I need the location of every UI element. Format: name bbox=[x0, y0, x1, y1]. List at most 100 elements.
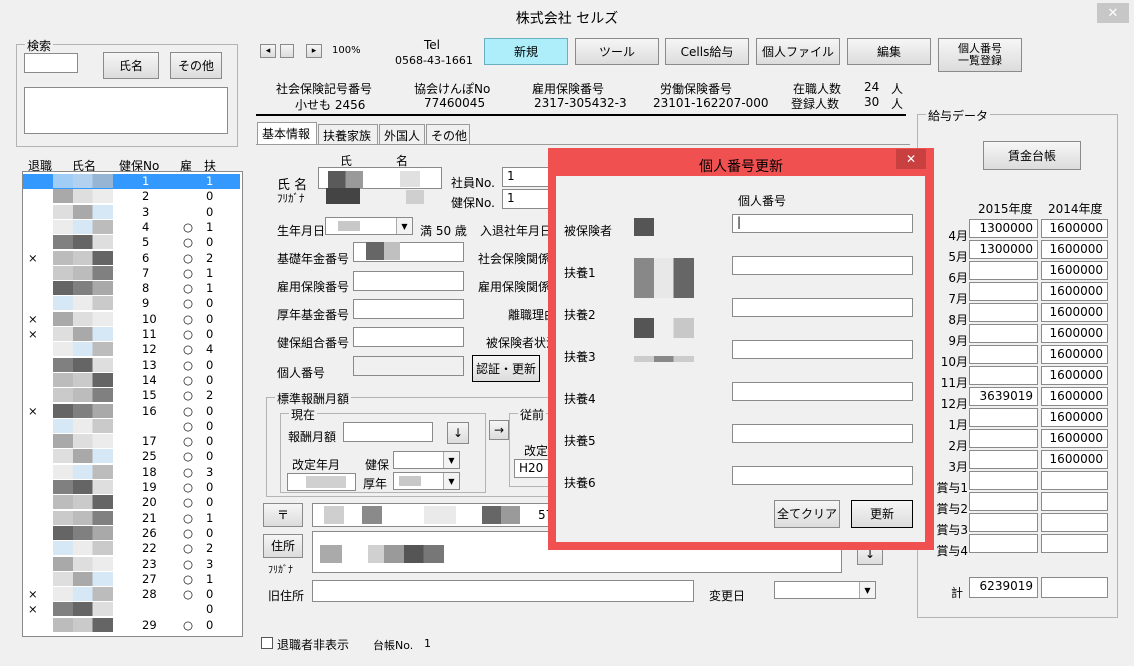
salary-2015-cell[interactable] bbox=[969, 429, 1038, 448]
employee-row[interactable]: 5 ○ 0 bbox=[23, 235, 240, 250]
salary-2014-cell[interactable]: 1600000 bbox=[1041, 366, 1108, 385]
dialog-fuyo5-field[interactable] bbox=[732, 424, 913, 443]
birth-dropdown[interactable]: ▼ bbox=[325, 217, 413, 235]
search-name-button[interactable]: 氏名 bbox=[103, 52, 159, 79]
personal-file-button[interactable]: 個人ファイル bbox=[756, 38, 840, 65]
dialog-close-button[interactable]: ✕ bbox=[896, 149, 926, 169]
window-close-button[interactable]: ✕ bbox=[1097, 3, 1129, 23]
cells-salary-button[interactable]: Cells給与 bbox=[665, 38, 749, 65]
employee-row[interactable]: 22 ○ 2 bbox=[23, 541, 240, 556]
salary-2015-cell[interactable]: 1300000 bbox=[969, 240, 1038, 259]
nav-prev-button[interactable]: ◂ bbox=[260, 44, 276, 58]
salary-2015-cell[interactable] bbox=[969, 450, 1038, 469]
salary-2014-cell[interactable] bbox=[1041, 492, 1108, 511]
dialog-fuyo4-field[interactable] bbox=[732, 382, 913, 401]
salary-2015-cell[interactable] bbox=[969, 324, 1038, 343]
address-button[interactable]: 住所 bbox=[263, 534, 303, 558]
dialog-clear-button[interactable]: 全てクリア bbox=[774, 500, 840, 528]
employee-row[interactable]: 8 ○ 1 bbox=[23, 281, 240, 296]
salary-2015-cell[interactable] bbox=[969, 492, 1038, 511]
salary-2014-cell[interactable]: 1600000 bbox=[1041, 261, 1108, 280]
salary-2014-cell[interactable] bbox=[1041, 534, 1108, 553]
henko-bi-dropdown[interactable]: ▼ bbox=[774, 581, 876, 599]
employee-row[interactable]: 4 ○ 1 bbox=[23, 219, 240, 235]
salary-2015-cell[interactable] bbox=[969, 408, 1038, 427]
dialog-hihokensha-field[interactable]: | bbox=[732, 214, 913, 233]
edit-button[interactable]: 編集 bbox=[847, 38, 931, 65]
old-address-field[interactable] bbox=[312, 580, 694, 602]
salary-2015-cell[interactable]: 3639019 bbox=[969, 387, 1038, 406]
employee-row[interactable]: 11 bbox=[23, 174, 240, 189]
salary-2015-cell[interactable] bbox=[969, 345, 1038, 364]
tab-dependents[interactable]: 扶養家族 bbox=[318, 124, 378, 144]
dialog-fuyo6-field[interactable] bbox=[732, 466, 913, 485]
new-button[interactable]: 新規 bbox=[484, 38, 568, 65]
dialog-update-button[interactable]: 更新 bbox=[851, 500, 913, 528]
salary-2014-cell[interactable]: 1600000 bbox=[1041, 450, 1108, 469]
salary-2015-cell[interactable] bbox=[969, 366, 1038, 385]
dialog-fuyo3-field[interactable] bbox=[732, 340, 913, 359]
employee-row[interactable]: 17 ○ 0 bbox=[23, 434, 240, 449]
tab-foreigner[interactable]: 外国人 bbox=[379, 124, 425, 144]
salary-2015-cell[interactable] bbox=[969, 534, 1038, 553]
koyo-hoken-field[interactable] bbox=[353, 271, 464, 291]
salary-2014-cell[interactable]: 1600000 bbox=[1041, 429, 1108, 448]
tab-other[interactable]: その他 bbox=[426, 124, 470, 144]
kojin-field[interactable] bbox=[353, 356, 464, 376]
salary-2015-cell[interactable] bbox=[969, 513, 1038, 532]
employee-row[interactable]: 25 ○ 0 bbox=[23, 449, 240, 464]
search-other-button[interactable]: その他 bbox=[170, 52, 222, 79]
employee-row[interactable]: × 6 ○ 2 bbox=[23, 250, 240, 266]
konen-dropdown[interactable]: ▼ bbox=[393, 472, 460, 490]
employee-row[interactable]: 15 ○ 2 bbox=[23, 388, 240, 403]
salary-2015-cell[interactable] bbox=[969, 282, 1038, 301]
nav-next-button[interactable]: ▸ bbox=[306, 44, 322, 58]
mynumber-list-button[interactable]: 個人番号 一覧登録 bbox=[938, 38, 1022, 72]
zip-button[interactable]: 〒 bbox=[263, 503, 303, 527]
wage-ledger-button[interactable]: 賃金台帳 bbox=[983, 141, 1081, 170]
nav-mid-button[interactable] bbox=[280, 44, 294, 58]
kaitei-field[interactable] bbox=[287, 473, 356, 491]
hoshu-field[interactable] bbox=[343, 422, 433, 442]
employee-row[interactable]: 14 ○ 0 bbox=[23, 372, 240, 388]
salary-2014-cell[interactable]: 1600000 bbox=[1041, 282, 1108, 301]
kenpo-no-field[interactable]: 1 bbox=[502, 189, 554, 209]
kenpo-dropdown[interactable]: ▼ bbox=[393, 451, 460, 469]
employee-row[interactable]: 23 ○ 3 bbox=[23, 556, 240, 572]
search-result-box[interactable] bbox=[24, 87, 228, 134]
kosei-field[interactable] bbox=[353, 299, 464, 319]
employee-row[interactable]: 29 ○ 0 bbox=[23, 617, 240, 633]
employee-row[interactable]: 27 ○ 1 bbox=[23, 571, 240, 587]
employee-row[interactable]: 12 ○ 4 bbox=[23, 342, 240, 357]
salary-2014-cell[interactable]: 1600000 bbox=[1041, 387, 1108, 406]
salary-2015-cell[interactable] bbox=[969, 471, 1038, 490]
salary-2014-cell[interactable]: 1600000 bbox=[1041, 408, 1108, 427]
employee-list[interactable]: 1 1 2 0 3 0 4 ○ 1 5 ○ 0 × 6 ○ 2 7 ○ 1 8 ○ 1 9 ○ 0 × 10 ○ 0 × 11 ○ 0 12 ○ 4 1… bbox=[22, 171, 243, 637]
hoshu-down-button[interactable]: ↓ bbox=[447, 422, 469, 444]
employee-row[interactable]: × 16 ○ 0 bbox=[23, 403, 240, 419]
salary-2015-cell[interactable] bbox=[969, 261, 1038, 280]
employee-row[interactable]: 18 ○ 3 bbox=[23, 464, 240, 480]
employee-row[interactable]: ○ 0 bbox=[23, 418, 240, 434]
employee-row[interactable]: 7 ○ 1 bbox=[23, 265, 240, 281]
kenpokumi-field[interactable] bbox=[353, 327, 464, 347]
salary-2014-cell[interactable]: 1600000 bbox=[1041, 324, 1108, 343]
dialog-fuyo1-field[interactable] bbox=[732, 256, 913, 275]
employee-row[interactable]: 9 ○ 0 bbox=[23, 296, 240, 311]
employee-row[interactable]: 30 bbox=[23, 204, 240, 220]
employee-row[interactable]: 20 bbox=[23, 189, 240, 204]
employee-row[interactable]: 20 ○ 0 bbox=[23, 495, 240, 510]
copy-right-button[interactable]: → bbox=[489, 420, 509, 440]
employee-row[interactable]: × 0 bbox=[23, 602, 240, 617]
tools-button[interactable]: ツール bbox=[575, 38, 659, 65]
salary-2015-cell[interactable]: 1300000 bbox=[969, 219, 1038, 238]
salary-2014-cell[interactable]: 1600000 bbox=[1041, 345, 1108, 364]
auth-update-button[interactable]: 認証・更新 bbox=[472, 355, 540, 382]
tab-basic[interactable]: 基本情報 bbox=[257, 122, 317, 144]
employee-row[interactable]: × 11 ○ 0 bbox=[23, 327, 240, 342]
hide-retired-checkbox[interactable] bbox=[261, 637, 273, 649]
salary-2014-cell[interactable]: 1600000 bbox=[1041, 240, 1108, 259]
salary-2014-cell[interactable] bbox=[1041, 513, 1108, 532]
employee-row[interactable]: × 28 ○ 0 bbox=[23, 587, 240, 602]
salary-2014-cell[interactable]: 1600000 bbox=[1041, 219, 1108, 238]
